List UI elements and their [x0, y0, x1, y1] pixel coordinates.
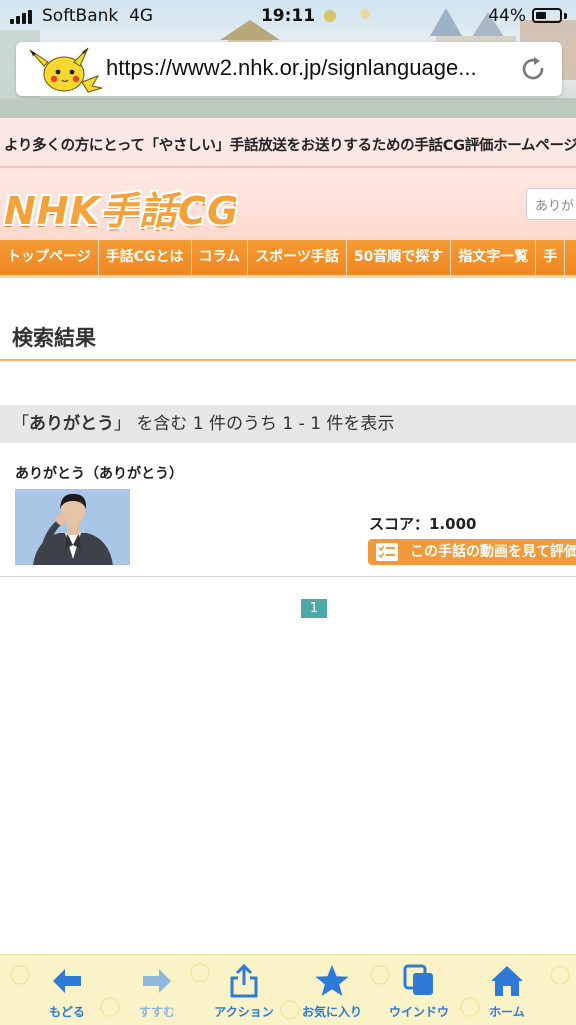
browser-toolbar: もどる すすむ アクション お気に入り ウインドウ ホーム [0, 954, 576, 1025]
site-logo[interactable]: NHK手話CG [4, 180, 239, 235]
site-tagline: より多くの方にとって「やさしい」手話放送をお送りするための手話CG評価ホームペー… [4, 138, 576, 154]
nav-item-about-cg[interactable]: 手話CGとは [99, 240, 192, 275]
divider [0, 576, 576, 577]
site-nav: トップページ 手話CGとは コラム スポーツ手話 50音順で探す 指文字一覧 手 [0, 240, 576, 275]
result-summary: 「ありがとう」 を含む 1 件のうち 1 - 1 件を表示 [0, 405, 576, 443]
nav-item-more[interactable]: 手 [536, 240, 566, 275]
pagination-page-1[interactable]: 1 [301, 599, 327, 618]
share-icon [230, 963, 258, 998]
arrow-left-icon [53, 969, 81, 993]
address-bar[interactable]: https://www2.nhk.or.jp/signlanguage... [16, 42, 562, 96]
window-button[interactable]: ウインドウ [374, 955, 464, 1025]
checklist-icon [376, 543, 398, 561]
reload-icon[interactable] [518, 54, 548, 84]
nav-item-fingerspelling[interactable]: 指文字一覧 [451, 240, 537, 275]
signer-avatar-icon [15, 489, 130, 565]
pikachu-logo-icon [29, 47, 103, 93]
windows-icon [403, 964, 433, 995]
battery-percent: 44% [488, 6, 526, 26]
forward-button[interactable]: すすむ [112, 955, 202, 1025]
nav-item-gojuon[interactable]: 50音順で探す [347, 240, 452, 275]
url-text[interactable]: https://www2.nhk.or.jp/signlanguage... [106, 55, 516, 81]
browser-chrome: SoftBank 4G 19:11 44% https://www2.nhk.o… [0, 0, 576, 118]
nav-item-top[interactable]: トップページ [0, 240, 99, 275]
site-search-input[interactable]: ありがとう [526, 188, 576, 220]
search-query: ありがとう [29, 414, 114, 434]
arrow-right-icon [143, 969, 171, 993]
evaluate-button-label: この手話の動画を見て評価 [410, 544, 576, 560]
star-icon [315, 965, 349, 996]
home-button[interactable]: ホーム [462, 955, 552, 1025]
battery-icon [532, 8, 562, 23]
page-title: 検索結果 [12, 326, 96, 350]
nav-item-sports[interactable]: スポーツ手話 [248, 240, 347, 275]
back-button[interactable]: もどる [22, 955, 112, 1025]
evaluate-video-button[interactable]: この手話の動画を見て評価 [368, 539, 576, 565]
status-bar: SoftBank 4G 19:11 44% [0, 0, 576, 34]
result-count-text: を含む 1 件のうち 1 - 1 件を表示 [136, 414, 395, 434]
divider [0, 359, 576, 361]
site-header: より多くの方にとって「やさしい」手話放送をお送りするための手話CG評価ホームペー… [0, 118, 576, 240]
home-icon [491, 966, 523, 996]
result-thumbnail[interactable] [15, 489, 130, 565]
action-button[interactable]: アクション [199, 955, 289, 1025]
favorites-button[interactable]: お気に入り [287, 955, 377, 1025]
result-title-link[interactable]: ありがとう（ありがとう） [15, 463, 183, 483]
nav-item-column[interactable]: コラム [192, 240, 249, 275]
result-score: スコア：1.000 [369, 515, 477, 533]
